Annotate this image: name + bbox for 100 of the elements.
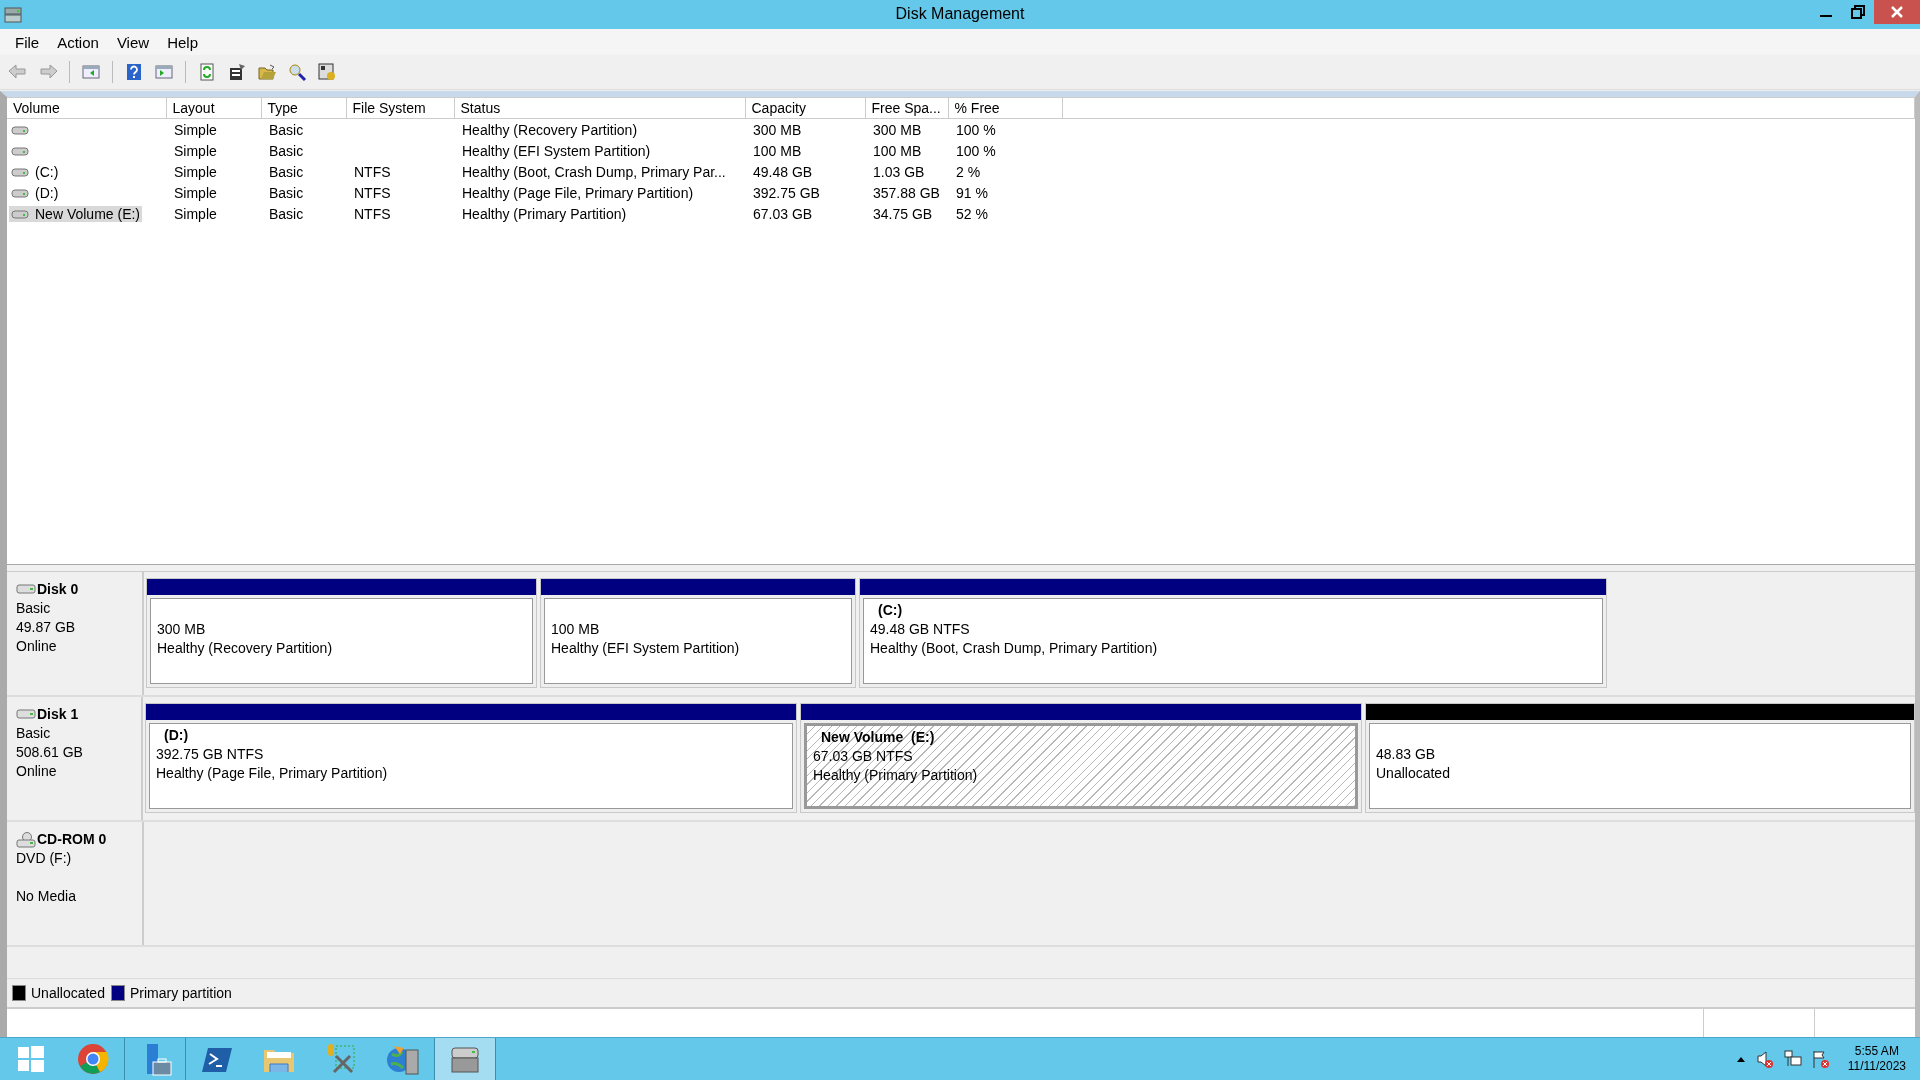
table-cell: 49.48 GB: [753, 163, 813, 180]
disk-name: Disk 1: [37, 705, 79, 724]
partition-block[interactable]: (C:) 49.48 GB NTFS Healthy (Boot, Crash Dump, Primary Partition): [859, 578, 1607, 688]
table-cell: Basic: [269, 142, 304, 159]
table-cell: 300 MB: [753, 121, 802, 138]
partition-status: Unallocated: [1376, 764, 1451, 783]
table-cell: NTFS: [354, 184, 391, 201]
restore-icon: [1851, 5, 1865, 19]
table-cell: 100 %: [956, 121, 996, 138]
table-cell: Simple: [174, 205, 217, 222]
drive-icon: [11, 186, 29, 199]
help-icon[interactable]: [124, 62, 144, 82]
table-cell: Simple: [174, 142, 217, 159]
disk-type: Basic: [16, 599, 52, 618]
speaker-muted-icon[interactable]: [1755, 1050, 1774, 1068]
taskbar-button[interactable]: [434, 1038, 496, 1080]
close-button[interactable]: [1874, 0, 1920, 24]
column-header[interactable]: % Free: [948, 98, 1062, 119]
partition-size: 49.48 GB NTFS: [870, 620, 971, 639]
partition-block[interactable]: (D:) 392.75 GB NTFS Healthy (Page File, Primary Partition): [145, 703, 797, 813]
disk-status: No Media: [16, 887, 77, 906]
table-cell: NTFS: [354, 163, 391, 180]
taskbar-button[interactable]: [124, 1038, 186, 1080]
table-cell: Healthy (Primary Partition): [462, 205, 627, 222]
disk-status: Online: [16, 637, 58, 656]
show-hidden-icons-icon[interactable]: [1735, 1055, 1746, 1063]
table-cell: 392.75 GB: [753, 184, 820, 201]
partition-status: Healthy (Primary Partition): [813, 766, 979, 785]
drive-label[interactable]: (D:): [33, 184, 61, 201]
table-cell: Simple: [174, 121, 217, 138]
disk-management-icon: [4, 5, 24, 24]
column-header[interactable]: Capacity: [745, 98, 865, 119]
table-cell: 67.03 GB: [753, 205, 813, 222]
browser-icon: [76, 1042, 110, 1076]
window-title: Disk Management: [895, 5, 1025, 23]
drive-icon: [11, 165, 29, 178]
disk-status: Online: [16, 762, 58, 781]
table-cell: Simple: [174, 184, 217, 201]
partition-status: Healthy (Page File, Primary Partition): [156, 764, 389, 783]
table-cell: Healthy (EFI System Partition): [462, 142, 651, 159]
table-cell: Simple: [174, 163, 217, 180]
partition-block[interactable]: New Volume (E:) 67.03 GB NTFS Healthy (Primary Partition): [800, 703, 1362, 813]
partition-status: Healthy (EFI System Partition): [551, 639, 741, 658]
drive-label[interactable]: (C:): [33, 163, 61, 180]
partition-name: New Volume (E:): [820, 728, 936, 747]
drive-icon: [11, 144, 29, 157]
column-header[interactable]: Volume: [7, 98, 166, 119]
menu-item[interactable]: Help: [158, 31, 207, 53]
table-cell: 357.88 GB: [873, 184, 940, 201]
properties-icon[interactable]: [227, 62, 247, 82]
network-icon[interactable]: [1783, 1050, 1802, 1068]
menu-item[interactable]: Action: [48, 31, 108, 53]
table-cell: Basic: [269, 205, 304, 222]
disk-name: Disk 0: [37, 580, 79, 599]
partition-block[interactable]: 100 MB Healthy (EFI System Partition): [540, 578, 856, 688]
table-cell: 2 %: [956, 163, 981, 180]
close-icon: [1890, 5, 1904, 19]
flag-icon[interactable]: [1811, 1050, 1830, 1068]
table-cell: NTFS: [354, 205, 391, 222]
disk-type: Basic: [16, 724, 52, 743]
partition-size: 392.75 GB NTFS: [156, 745, 265, 764]
table-cell: Healthy (Page File, Primary Partition): [462, 184, 694, 201]
table-cell: 34.75 GB: [873, 205, 933, 222]
table-cell: 52 %: [956, 205, 988, 222]
disk-name: CD-ROM 0: [37, 830, 107, 849]
table-cell: 100 MB: [873, 142, 922, 159]
column-header[interactable]: Layout: [166, 98, 261, 119]
partition-name: (C:): [877, 601, 904, 620]
table-cell: Basic: [269, 163, 304, 180]
optical-drive-icon: [16, 831, 36, 848]
action-pane-icon[interactable]: [154, 62, 174, 82]
open-folder-icon[interactable]: [257, 62, 277, 82]
partition-block[interactable]: 300 MB Healthy (Recovery Partition): [146, 578, 537, 688]
clock-date: 11/11/2023: [1847, 1059, 1906, 1074]
drive-icon: [11, 207, 29, 220]
table-cell: Healthy (Recovery Partition): [462, 121, 638, 138]
table-cell: 100 %: [956, 142, 996, 159]
column-header[interactable]: Free Spa...: [865, 98, 948, 119]
partition-status: Healthy (Boot, Crash Dump, Primary Partition): [870, 639, 1159, 658]
table-cell: Basic: [269, 121, 304, 138]
column-header[interactable]: Status: [454, 98, 745, 119]
disk-size: 49.87 GB: [16, 618, 77, 637]
column-header[interactable]: File System: [346, 98, 454, 119]
clock[interactable]: 5:55 AM 11/11/2023: [1847, 1044, 1906, 1074]
console-tree-icon[interactable]: [81, 62, 101, 82]
table-cell: Basic: [269, 184, 304, 201]
disk-size: 508.61 GB: [16, 743, 84, 762]
search-icon[interactable]: [287, 62, 307, 82]
table-cell: 100 MB: [753, 142, 802, 159]
table-cell: 91 %: [956, 184, 988, 201]
refresh-icon[interactable]: [197, 62, 217, 82]
partition-name: (D:): [163, 726, 190, 745]
menu-item[interactable]: View: [107, 31, 159, 53]
table-cell: 300 MB: [873, 121, 922, 138]
partition-size: 48.83 GB: [1376, 745, 1437, 764]
partition-block[interactable]: 48.83 GB Unallocated: [1365, 703, 1915, 813]
menu-item[interactable]: File: [6, 31, 49, 53]
settings-icon[interactable]: [317, 62, 337, 82]
column-header[interactable]: Type: [261, 98, 346, 119]
minimize-icon: [1820, 15, 1832, 17]
